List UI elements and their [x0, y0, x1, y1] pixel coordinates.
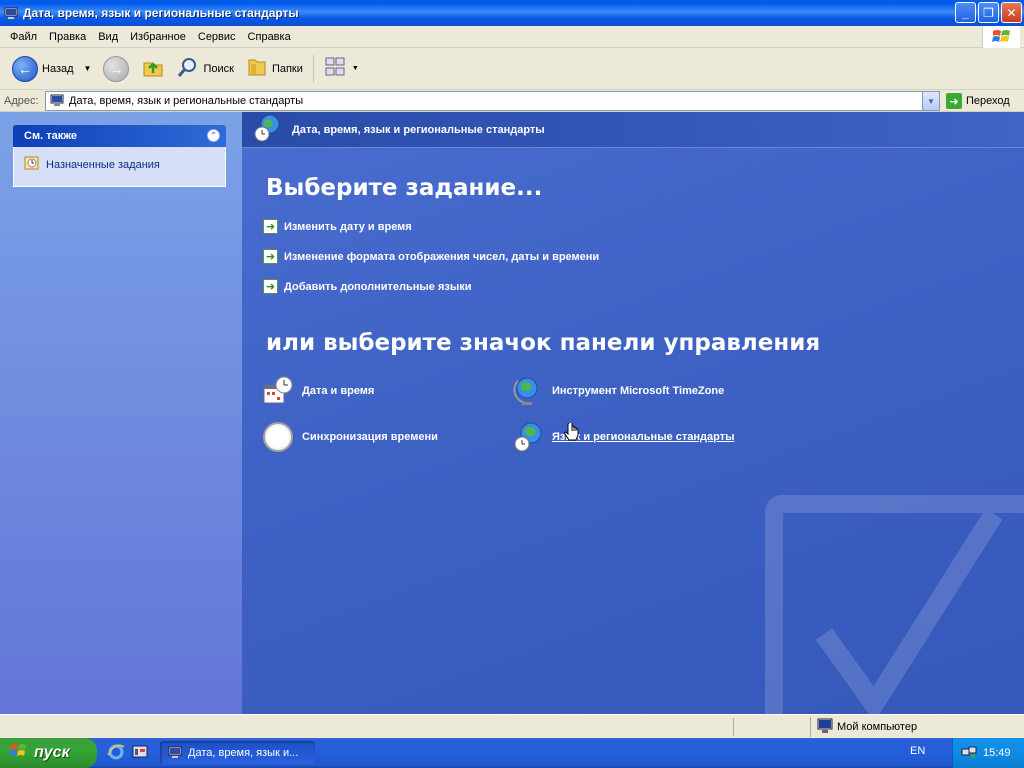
see-also-item-label: Назначенные задания [46, 158, 160, 171]
taskbar-window-label: Дата, время, язык и... [188, 747, 299, 759]
up-folder-icon [141, 55, 165, 82]
globe-clock-icon [512, 421, 544, 453]
menu-file[interactable]: Файл [4, 31, 43, 43]
pick-task-heading: Выберите задание... [266, 175, 543, 201]
menu-tools[interactable]: Сервис [192, 31, 242, 43]
cp-item-label: Язык и региональные стандарты [552, 431, 735, 443]
go-button[interactable]: ➜ Переход [946, 91, 1010, 111]
scheduled-tasks-icon [24, 155, 40, 174]
up-folder-button[interactable] [135, 52, 171, 86]
address-dropdown-button[interactable]: ▼ [922, 92, 939, 110]
control-panel-icon [4, 6, 18, 20]
task-arrow-icon: ➜ [263, 219, 278, 234]
category-header: Дата, время, язык и региональные стандар… [242, 112, 1024, 148]
task-add-languages[interactable]: ➜ Добавить дополнительные языки [263, 279, 472, 294]
menu-view[interactable]: Вид [92, 31, 124, 43]
show-desktop-icon[interactable] [131, 743, 149, 764]
pick-icon-heading: или выберите значок панели управления [266, 330, 821, 356]
go-arrow-icon: ➜ [946, 93, 962, 109]
back-button[interactable]: ← Назад ▼ [6, 52, 97, 86]
toolbar: ← Назад ▼ → Поиск Папки ▼ [0, 48, 1024, 90]
folders-icon [246, 56, 268, 81]
calendar-clock-icon [262, 375, 294, 407]
task-pane: См. также ⌃ Назначенные задания [0, 112, 242, 714]
cp-item-timezone-tool[interactable]: Инструмент Microsoft TimeZone [512, 375, 724, 407]
globe-stand-icon [512, 375, 544, 407]
start-button[interactable]: пуск [0, 738, 97, 768]
taskbar-window-icon [168, 745, 182, 762]
folders-label: Папки [271, 62, 303, 75]
address-bar: Адрес: Дата, время, язык и региональные … [0, 90, 1024, 112]
back-dropdown-icon[interactable]: ▼ [84, 64, 92, 73]
views-dropdown-icon: ▼ [351, 65, 359, 72]
status-divider [733, 718, 734, 736]
close-button[interactable]: ✕ [1001, 2, 1022, 23]
views-button[interactable]: ▼ [318, 52, 365, 86]
see-also-body: Назначенные задания [13, 147, 226, 187]
task-change-date-time[interactable]: ➜ Изменить дату и время [263, 219, 412, 234]
address-label: Адрес: [4, 94, 39, 107]
forward-arrow-icon: → [103, 55, 130, 82]
quick-launch [97, 743, 149, 764]
category-title: Дата, время, язык и региональные стандар… [292, 123, 545, 136]
clock[interactable]: 15:49 [983, 747, 1011, 759]
address-input[interactable]: Дата, время, язык и региональные стандар… [45, 91, 940, 111]
hand-cursor-icon [564, 423, 579, 441]
views-icon [324, 56, 348, 81]
taskbar-window-button[interactable]: Дата, время, язык и... [160, 741, 315, 765]
zone-label: Мой компьютер [837, 721, 918, 733]
cp-item-regional-settings[interactable]: Язык и региональные стандарты [512, 421, 735, 453]
menu-bar: Файл Правка Вид Избранное Сервис Справка [0, 26, 1024, 48]
cp-item-label: Синхронизация времени [302, 431, 438, 443]
date-time-language-icon [252, 113, 282, 146]
minimize-button[interactable]: _ [955, 2, 976, 23]
task-arrow-icon: ➜ [263, 249, 278, 264]
see-also-panel: См. также ⌃ Назначенные задания [13, 125, 226, 187]
folders-button[interactable]: Папки [240, 52, 309, 86]
address-value: Дата, время, язык и региональные стандар… [69, 95, 304, 107]
my-computer-icon [817, 718, 833, 737]
cp-item-time-sync[interactable]: Синхронизация времени [262, 421, 438, 453]
task-change-format[interactable]: ➜ Изменение формата отображения чисел, д… [263, 249, 599, 264]
go-label: Переход [966, 95, 1010, 107]
task-label: Добавить дополнительные языки [284, 280, 472, 293]
clock-icon [262, 421, 294, 453]
collapse-chevron-icon[interactable]: ⌃ [207, 129, 220, 142]
window-titlebar[interactable]: Дата, время, язык и региональные стандар… [0, 0, 1024, 26]
taskbar: пуск Дата, время, язык и... EN 15:49 [0, 738, 1024, 768]
see-also-header[interactable]: См. также ⌃ [13, 125, 226, 147]
restore-button[interactable]: ❐ [978, 2, 999, 23]
status-bar: Мой компьютер [0, 714, 1024, 738]
address-control-panel-icon [50, 93, 64, 110]
window-title: Дата, время, язык и региональные стандар… [23, 6, 299, 20]
network-icon[interactable] [961, 745, 977, 762]
search-icon [177, 56, 199, 81]
toolbar-separator [312, 54, 314, 83]
task-arrow-icon: ➜ [263, 279, 278, 294]
internet-explorer-icon[interactable] [107, 743, 125, 764]
menu-help[interactable]: Справка [242, 31, 297, 43]
menu-favorites[interactable]: Избранное [124, 31, 192, 43]
windows-flag-icon [10, 743, 28, 764]
cp-item-date-time[interactable]: Дата и время [262, 375, 374, 407]
see-also-title: См. также [24, 130, 77, 142]
task-label: Изменение формата отображения чисел, дат… [284, 250, 600, 263]
search-button[interactable]: Поиск [171, 52, 239, 86]
language-indicator[interactable]: EN [910, 745, 925, 757]
cp-item-label: Инструмент Microsoft TimeZone [552, 385, 725, 397]
forward-button[interactable]: → [97, 52, 135, 86]
windows-logo-icon [982, 26, 1020, 48]
search-label: Поиск [203, 62, 234, 75]
security-zone: Мой компьютер [810, 717, 917, 737]
task-label: Изменить дату и время [284, 220, 412, 233]
cp-item-label: Дата и время [302, 385, 375, 397]
system-tray: 15:49 [952, 738, 1024, 768]
see-also-item-scheduled-tasks[interactable]: Назначенные задания [24, 155, 215, 174]
main-content: Дата, время, язык и региональные стандар… [242, 112, 1024, 714]
menu-edit[interactable]: Правка [43, 31, 92, 43]
back-arrow-icon: ← [12, 55, 38, 82]
watermark-icon [765, 495, 1024, 714]
back-label: Назад [42, 62, 74, 75]
start-label: пуск [34, 744, 70, 761]
